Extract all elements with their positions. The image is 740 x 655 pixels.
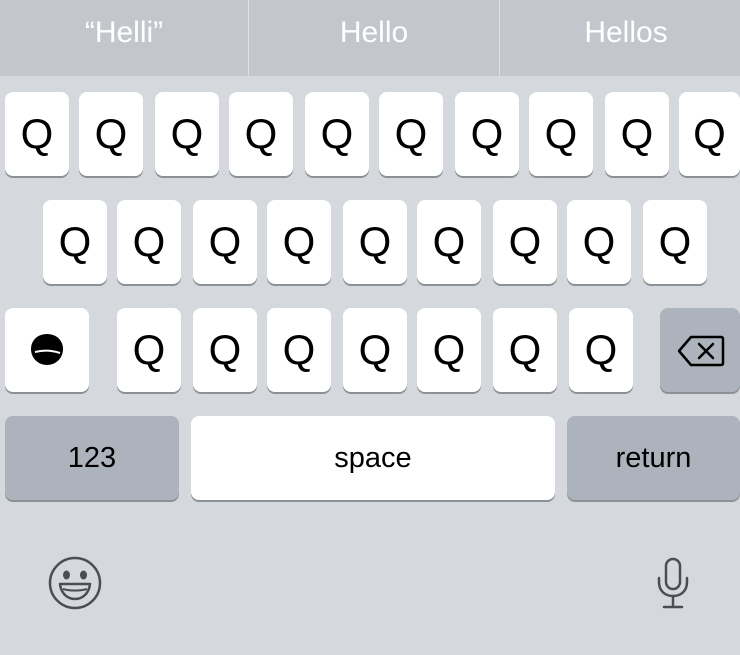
suggestion-2[interactable]: Hello bbox=[249, 0, 499, 76]
letter-key[interactable]: Q bbox=[43, 200, 107, 284]
letter-key[interactable]: Q bbox=[267, 200, 331, 284]
letter-key[interactable]: Q bbox=[567, 200, 631, 284]
letter-key[interactable]: Q bbox=[529, 92, 593, 176]
letter-key[interactable]: Q bbox=[455, 92, 519, 176]
letter-key[interactable]: Q bbox=[417, 200, 481, 284]
backspace-icon bbox=[677, 335, 725, 367]
numbers-key[interactable]: 123 bbox=[5, 416, 179, 500]
letter-key[interactable]: Q bbox=[5, 92, 69, 176]
letter-key[interactable]: Q bbox=[193, 200, 257, 284]
space-key[interactable]: space bbox=[191, 416, 555, 500]
shift-icon bbox=[31, 334, 63, 365]
letter-key[interactable]: Q bbox=[643, 200, 707, 284]
letter-key[interactable]: Q bbox=[417, 308, 481, 392]
suggestion-3[interactable]: Hellos bbox=[500, 0, 740, 76]
shift-key[interactable] bbox=[5, 308, 89, 392]
letter-key[interactable]: Q bbox=[117, 308, 181, 392]
letter-key[interactable]: Q bbox=[229, 92, 293, 176]
emoji-icon[interactable] bbox=[47, 555, 103, 611]
letter-key[interactable]: Q bbox=[79, 92, 143, 176]
suggestion-bar: “Helli” Hello Hellos bbox=[0, 0, 740, 76]
letter-key[interactable]: Q bbox=[679, 92, 740, 176]
letter-key[interactable]: Q bbox=[267, 308, 331, 392]
backspace-key[interactable] bbox=[660, 308, 740, 392]
letter-key[interactable]: Q bbox=[493, 200, 557, 284]
suggestion-1[interactable]: “Helli” bbox=[0, 0, 248, 76]
letter-key[interactable]: Q bbox=[305, 92, 369, 176]
letter-key[interactable]: Q bbox=[343, 200, 407, 284]
letter-key[interactable]: Q bbox=[569, 308, 633, 392]
letter-key[interactable]: Q bbox=[193, 308, 257, 392]
microphone-icon[interactable] bbox=[652, 556, 694, 612]
letter-key[interactable]: Q bbox=[117, 200, 181, 284]
letter-key[interactable]: Q bbox=[605, 92, 669, 176]
letter-key[interactable]: Q bbox=[155, 92, 219, 176]
letter-key[interactable]: Q bbox=[379, 92, 443, 176]
letter-key[interactable]: Q bbox=[493, 308, 557, 392]
return-key[interactable]: return bbox=[567, 416, 740, 500]
letter-key[interactable]: Q bbox=[343, 308, 407, 392]
